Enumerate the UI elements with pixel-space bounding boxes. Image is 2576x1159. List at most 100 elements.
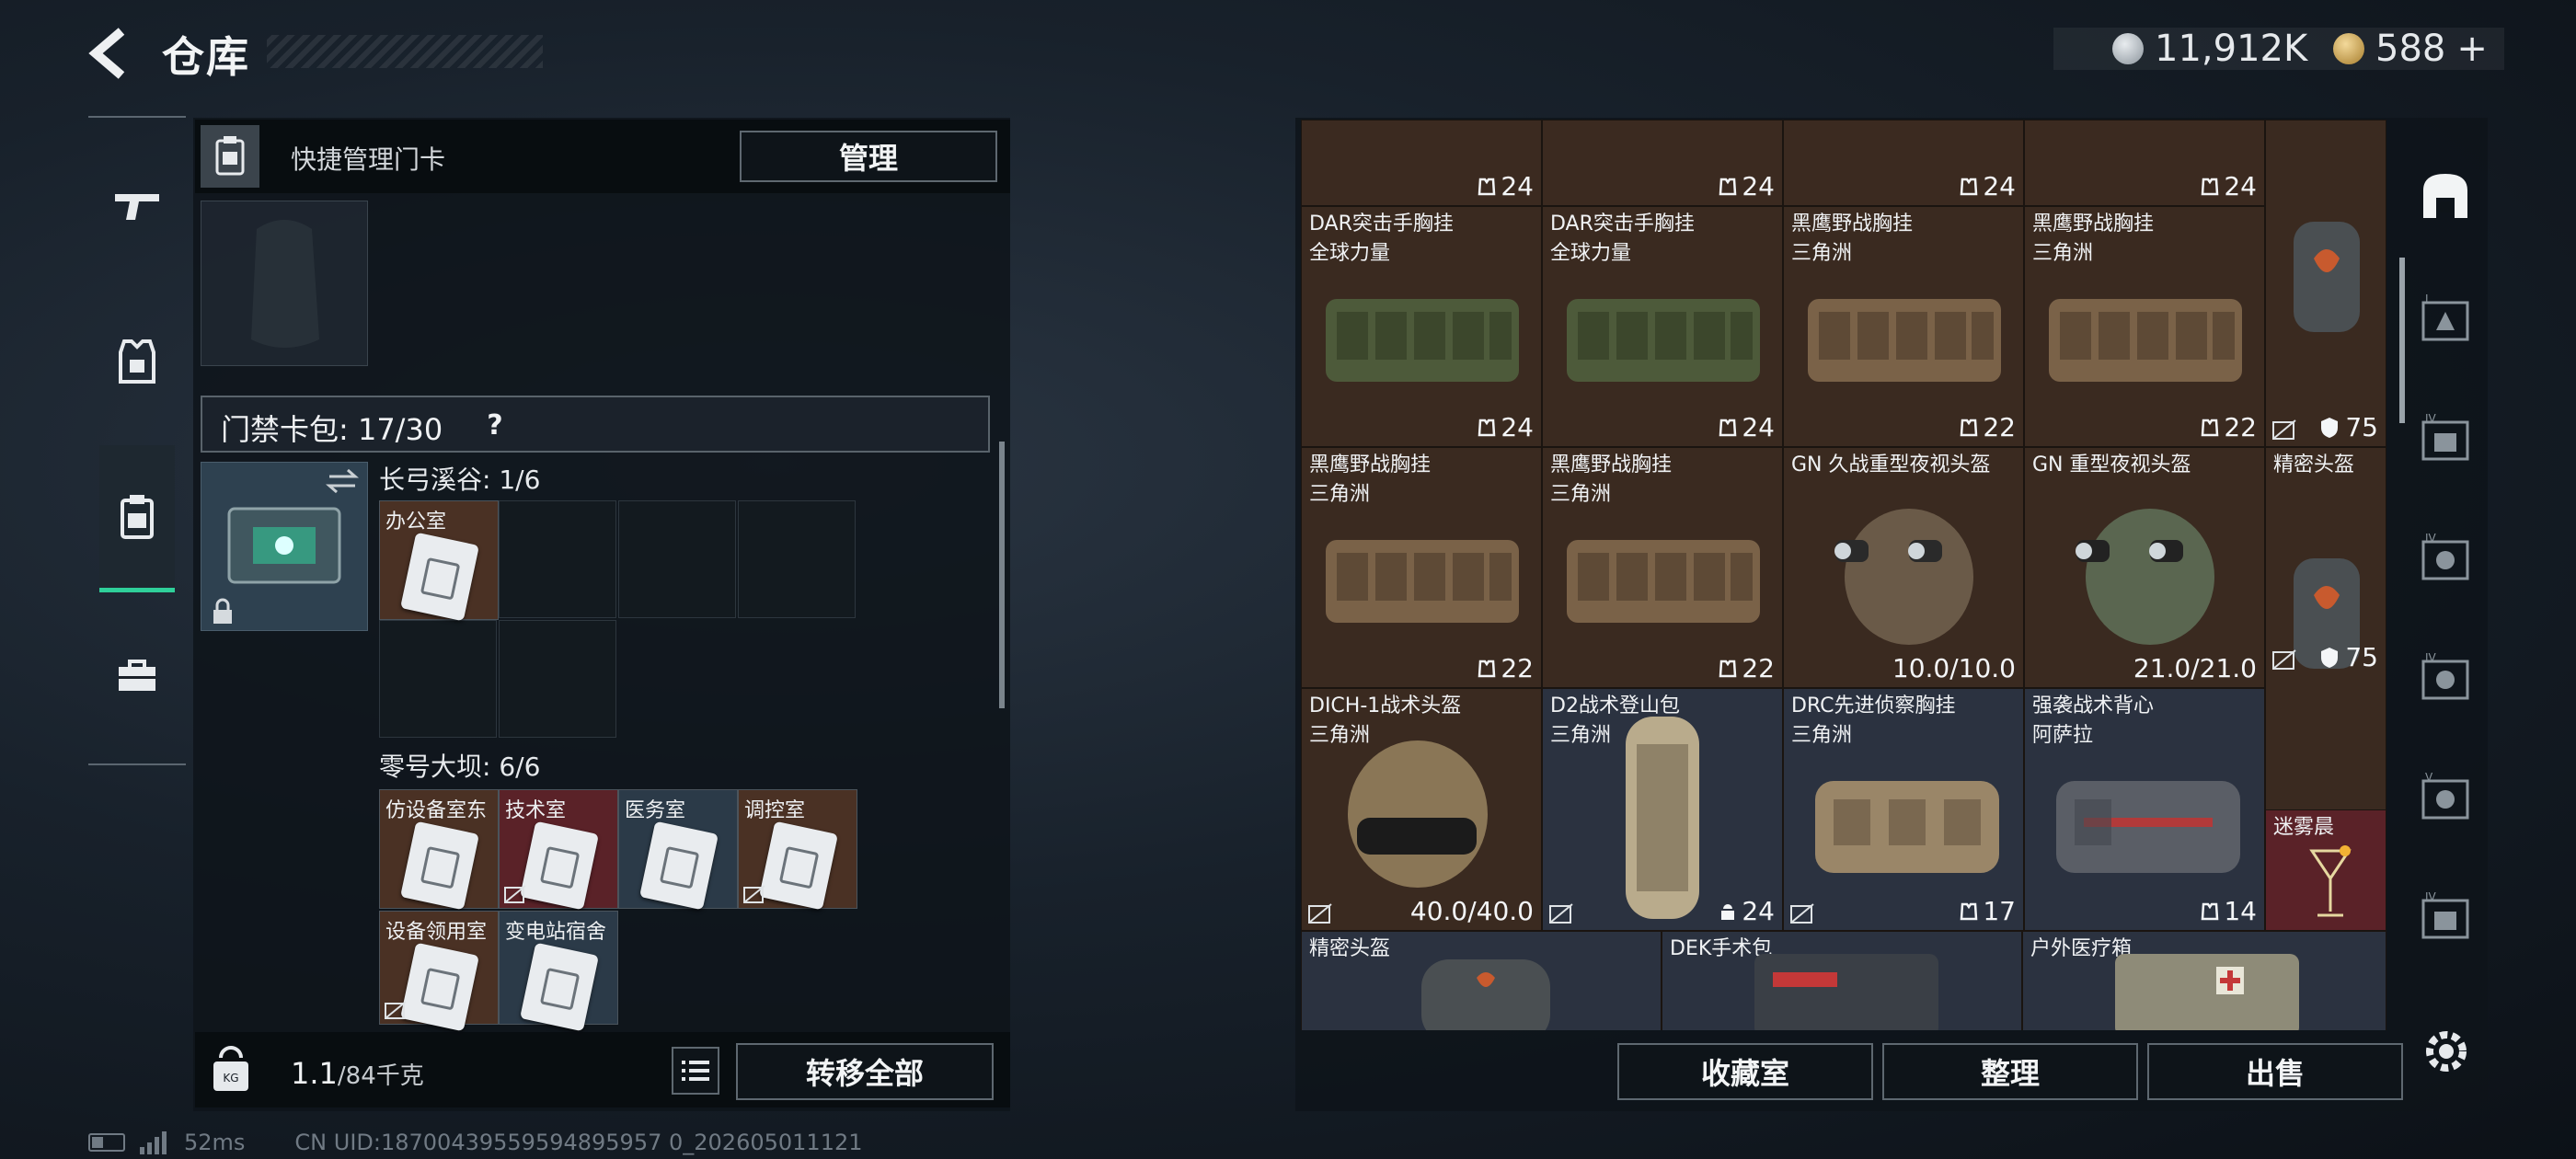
tab-V[interactable]: V	[2410, 745, 2480, 846]
stash-item-misty-morning[interactable]: 迷雾晨	[2265, 809, 2386, 931]
stash-item-blackhawk-vest[interactable]: 黑鹰野战胸挂 三角洲 22	[1542, 447, 1783, 688]
briefcase-icon	[119, 660, 155, 691]
ping: 52ms	[184, 1130, 246, 1155]
sell-button[interactable]: 出售	[2147, 1043, 2403, 1100]
vest-image	[1808, 299, 2001, 382]
keycard-substation-dorm[interactable]: 变电站宿舍	[499, 911, 618, 1032]
stash-item-blackhawk-vest[interactable]: 黑鹰野战胸挂 三角洲 22	[2024, 206, 2265, 447]
list-view-button[interactable]	[672, 1047, 719, 1095]
gun-icon	[115, 194, 159, 220]
svg-text:I: I	[2425, 293, 2429, 305]
status-bar: 52ms CN UID:18700439559594895957 0_20260…	[88, 1130, 863, 1155]
left-scrollbar[interactable]	[999, 442, 1005, 708]
no-exit-icon	[2272, 419, 2296, 440]
no-exit-icon	[1549, 903, 1573, 924]
home-icon	[2423, 174, 2467, 218]
nav-misc[interactable]	[99, 625, 175, 727]
stash-item-precision-helmet[interactable]: 75	[2265, 120, 2386, 447]
stash-scrollbar[interactable]	[2399, 258, 2405, 423]
tab-II[interactable]: IV	[2410, 386, 2480, 488]
title-decoration	[267, 35, 543, 68]
sort-button[interactable]: 整理	[1882, 1043, 2138, 1100]
medkit-image	[2115, 954, 2299, 1030]
keycard-control-room[interactable]: 调控室	[738, 789, 857, 911]
tab-all[interactable]	[2410, 143, 2480, 245]
nav-equipment[interactable]	[99, 311, 175, 412]
help-button[interactable]: ?	[475, 405, 515, 445]
stash-item-blackhawk-vest[interactable]: 黑鹰野战胸挂 三角洲 22	[1783, 206, 2024, 447]
keycard-image	[520, 942, 599, 1032]
backpack-slot[interactable]	[201, 201, 368, 366]
helmet-image	[2294, 222, 2360, 332]
stash-item[interactable]: 24	[1542, 120, 1783, 206]
settings-button[interactable]	[2418, 1023, 2475, 1080]
nav-weapons[interactable]	[99, 155, 175, 256]
item-name: 强袭战术背心	[2032, 694, 2155, 717]
item-count: 24	[1718, 171, 1775, 201]
keycard-image	[400, 820, 479, 911]
back-icon[interactable]	[85, 26, 140, 81]
stash-item-outdoor-medkit[interactable]: 户外医疗箱	[2022, 931, 2386, 1030]
stash-item-assault-vest[interactable]: 强袭战术背心 阿萨拉 14	[2024, 688, 2265, 931]
stash-item-blackhawk-vest[interactable]: 黑鹰野战胸挂 三角洲 22	[1301, 447, 1542, 688]
stash-item-d2-backpack[interactable]: D2战术登山包 三角洲 24	[1542, 688, 1783, 931]
keycard-office[interactable]: 办公室	[379, 500, 499, 622]
keycard-name: 医务室	[625, 799, 686, 822]
svg-text:IV: IV	[2425, 532, 2437, 545]
no-exit-icon	[1790, 903, 1814, 924]
silver-amount: 11,912K	[2155, 28, 2308, 70]
keycard-tech-room[interactable]: 技术室	[499, 789, 618, 911]
nav-keycards[interactable]	[99, 445, 175, 592]
item-name: 黑鹰野战胸挂	[1791, 212, 1914, 235]
battery-icon	[88, 1133, 125, 1152]
gold-currency[interactable]: 588 +	[2333, 28, 2488, 70]
tab-I[interactable]: I	[2410, 267, 2480, 368]
stash-item-dar-vest[interactable]: DAR突击手胸挂 全球力量 24	[1301, 206, 1542, 447]
armor-class: 75	[2319, 412, 2378, 442]
vest-image	[1567, 299, 1760, 382]
stash-item-gn-heavy-nv-helmet[interactable]: GN 重型夜视头盔 21.0/21.0	[2024, 447, 2265, 688]
tab-III[interactable]: IV	[2410, 506, 2480, 607]
item-brand: 全球力量	[1550, 242, 1632, 265]
item-brand: 阿萨拉	[2032, 724, 2094, 747]
collection-room-button[interactable]: 收藏室	[1617, 1043, 1873, 1100]
stash-item[interactable]: 24	[2024, 120, 2265, 206]
stash-item-gn-nv-helmet[interactable]: GN 久战重型夜视头盔 10.0/10.0	[1783, 447, 2024, 688]
stash-item-dich-helmet[interactable]: DICH-1战术头盔 三角洲 40.0/40.0	[1301, 688, 1542, 931]
item-brand: 三角洲	[1791, 242, 1853, 265]
storage-tab-icon: IV	[2421, 890, 2469, 939]
manage-button[interactable]: 管理	[740, 131, 997, 182]
item-name: 黑鹰野战胸挂	[1309, 453, 1432, 476]
item-brand: 全球力量	[1309, 242, 1391, 265]
stash-item-dek-surgical-kit[interactable]: DEK手术包	[1662, 931, 2022, 1030]
keycard-medical[interactable]: 医务室	[618, 789, 738, 911]
stash-item-precision-helmet[interactable]: 精密头盔	[1301, 931, 1662, 1030]
list-icon	[682, 1061, 709, 1081]
lock-icon	[210, 598, 236, 625]
item-name: 精密头盔	[1309, 937, 1391, 960]
gear-icon	[2426, 1031, 2467, 1072]
vest-image	[1567, 540, 1760, 623]
keycard-empty-slot	[499, 500, 616, 618]
weight-icon: KG	[208, 1045, 254, 1095]
tab-VI[interactable]: IV	[2410, 865, 2480, 966]
stash-grid: 24 24 24 24 DAR突击手胸挂 全球力量 24 DAR突击手胸挂 全球…	[1301, 120, 2386, 1030]
keycard-empty-slot	[618, 500, 736, 618]
swap-icon[interactable]	[326, 467, 359, 495]
stash-item-drc-vest[interactable]: DRC先进侦察胸挂 三角洲 17	[1783, 688, 2024, 931]
keycard-empty-slot	[379, 620, 497, 738]
transfer-all-button[interactable]: 转移全部	[736, 1043, 994, 1100]
tab-IV[interactable]: IV	[2410, 625, 2480, 727]
stash-item[interactable]: 24	[1301, 120, 1542, 206]
item-count: 22	[2200, 412, 2257, 442]
durability: 40.0/40.0	[1409, 896, 1534, 926]
keycard-equipment-issue[interactable]: 设备领用室	[379, 911, 499, 1032]
add-currency-button[interactable]: +	[2456, 28, 2488, 70]
stash-item-dar-vest[interactable]: DAR突击手胸挂 全球力量 24	[1542, 206, 1783, 447]
keycard-equipment-east[interactable]: 仿设备室东	[379, 789, 499, 911]
stash-item[interactable]: 24	[1783, 120, 2024, 206]
keycard-name: 变电站宿舍	[505, 921, 607, 944]
vest-image	[2049, 299, 2242, 382]
no-exit-icon	[743, 885, 765, 903]
helmet-image	[1348, 740, 1488, 888]
